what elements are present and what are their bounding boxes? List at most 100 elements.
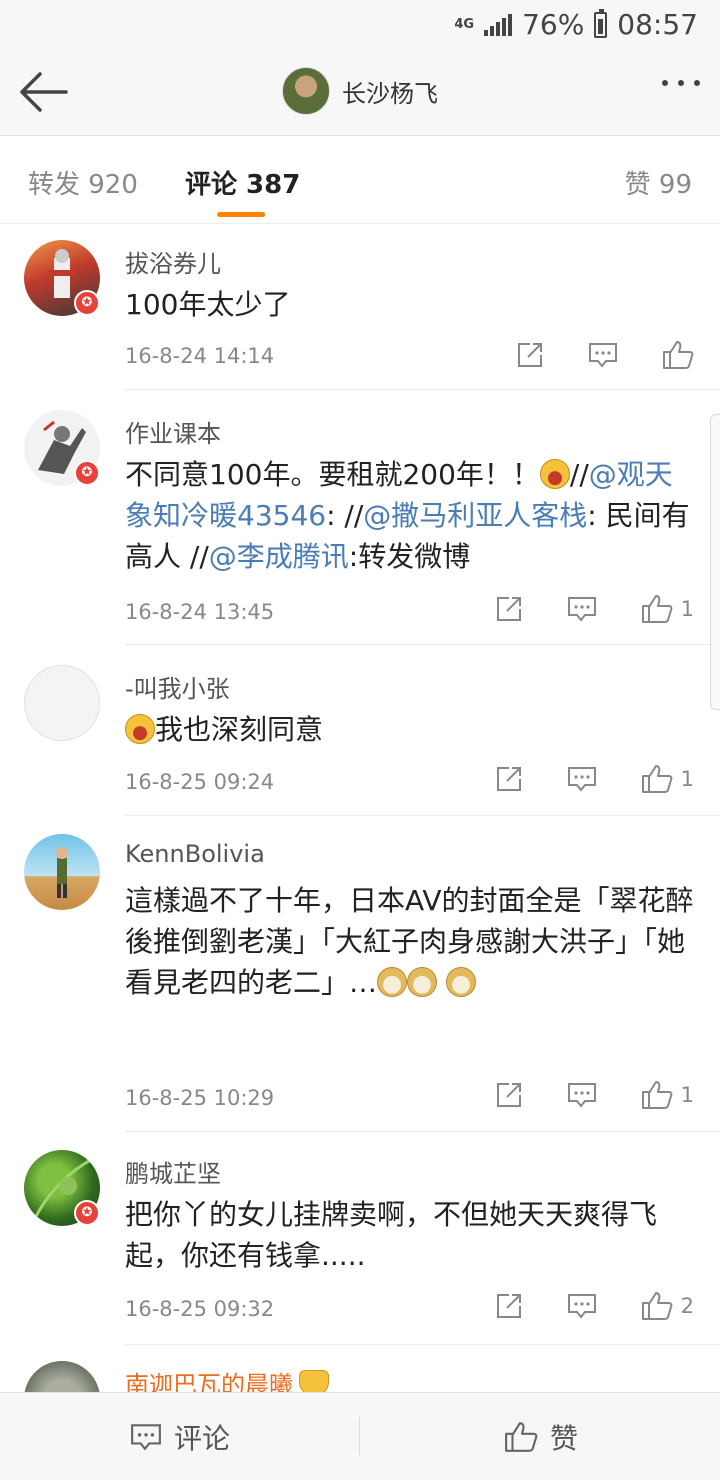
- divider: [359, 1417, 360, 1455]
- reply-button[interactable]: [588, 341, 618, 369]
- thumbs-up-icon: [641, 1292, 673, 1320]
- comment-author[interactable]: 作业课本: [125, 414, 221, 449]
- battery-icon: [594, 8, 608, 38]
- like-count: 1: [680, 1083, 694, 1107]
- comment-actions: 1: [451, 1080, 694, 1110]
- comment-time: 16-8-25 10:29: [125, 1086, 275, 1110]
- comment-text-part: :转发微博: [348, 540, 471, 573]
- forward-icon: [518, 343, 542, 367]
- thumbs-up-icon: [641, 595, 673, 623]
- forward-button[interactable]: [516, 341, 544, 369]
- back-button[interactable]: [16, 68, 72, 116]
- arrow-left-icon: [20, 72, 68, 112]
- comment-text: 不同意100年。要租就200年！！//@观天象知冷暖43546: //@撒马利亚…: [125, 454, 695, 577]
- profile-header[interactable]: 长沙杨飞: [282, 67, 438, 115]
- comment-author[interactable]: KennBolivia: [125, 840, 265, 868]
- more-icon[interactable]: [662, 80, 700, 86]
- like-count: 2: [680, 1294, 694, 1318]
- forward-icon: [496, 767, 521, 791]
- forward-button[interactable]: [495, 765, 523, 793]
- comment-list[interactable]: ✪ 拔浴券儿 100年太少了 16-8-24 14:14 ✪ 作业课本 不同意1…: [0, 224, 720, 1392]
- battery-percent: 76%: [522, 8, 585, 41]
- divider: [125, 815, 720, 816]
- comment-actions: 2: [451, 1291, 694, 1321]
- like-button[interactable]: 2: [641, 1291, 694, 1321]
- divider: [125, 644, 720, 645]
- laugh-emoji-icon: [125, 714, 155, 744]
- comment-icon: [567, 597, 596, 622]
- doge-emoji-icon: [377, 967, 408, 997]
- verified-badge-icon: ✪: [74, 460, 100, 486]
- verified-badge-icon: ✪: [74, 1200, 100, 1226]
- thumbs-up-icon: [663, 341, 694, 369]
- comment-text: 我也深刻同意: [125, 709, 695, 750]
- reply-button[interactable]: [567, 1081, 597, 1109]
- signal-icon: [484, 13, 513, 36]
- like-button[interactable]: 1: [641, 1080, 694, 1110]
- verified-badge-icon: ✪: [74, 290, 100, 316]
- bottom-like-button[interactable]: 赞: [504, 1417, 578, 1457]
- thumbs-up-icon: [641, 765, 673, 793]
- comment-author[interactable]: -叫我小张: [125, 669, 230, 704]
- comment-text-part: //: [569, 458, 589, 491]
- like-button[interactable]: [662, 340, 694, 370]
- forward-button[interactable]: [495, 1292, 523, 1320]
- comment-text-part: : //: [326, 499, 364, 532]
- comment-text-part: 我也深刻同意: [155, 713, 324, 746]
- comment-icon: [567, 1294, 596, 1319]
- comment-author[interactable]: 鹏城芷坚: [125, 1154, 221, 1189]
- tab-likes[interactable]: 赞 99: [625, 164, 692, 201]
- bottom-action-bar: 评论 赞: [0, 1392, 720, 1480]
- forward-icon: [496, 597, 521, 621]
- comment-author[interactable]: 南迦巴瓦的晨曦: [125, 1365, 329, 1392]
- comment-text-part: 不同意100年。要租就200年！！: [125, 458, 540, 491]
- avatar[interactable]: [24, 1361, 100, 1392]
- forward-icon: [496, 1294, 521, 1318]
- comment-time: 16-8-25 09:32: [125, 1297, 275, 1321]
- thumbs-up-icon: [505, 1422, 538, 1452]
- comment-time: 16-8-25 09:24: [125, 770, 275, 794]
- bottom-comment-label: 评论: [174, 1422, 231, 1455]
- status-indicators: 4G 76% 08:57: [454, 8, 698, 41]
- comment-icon: [567, 767, 596, 792]
- comment-time: 16-8-24 14:14: [125, 344, 275, 368]
- mention-link[interactable]: @李成腾讯: [209, 540, 349, 573]
- comment-icon: [567, 1083, 596, 1108]
- forward-button[interactable]: [495, 595, 523, 623]
- like-count: 1: [680, 767, 694, 791]
- vip-crown-icon: [299, 1370, 329, 1392]
- like-button[interactable]: 1: [641, 594, 694, 624]
- divider: [125, 1344, 720, 1345]
- status-bar: 4G 76% 08:57: [0, 0, 720, 50]
- comment-author-label: 南迦巴瓦的晨曦: [125, 1371, 293, 1392]
- avatar[interactable]: [24, 834, 100, 910]
- scrollbar[interactable]: [710, 414, 720, 710]
- divider: [125, 1131, 720, 1132]
- comment-icon: [131, 1424, 161, 1451]
- avatar[interactable]: [282, 67, 330, 115]
- reply-button[interactable]: [567, 1292, 597, 1320]
- bottom-comment-button[interactable]: 评论: [130, 1417, 230, 1457]
- divider: [125, 389, 720, 390]
- nav-bar: 长沙杨飞: [0, 50, 720, 136]
- avatar[interactable]: [24, 665, 100, 741]
- comment-actions: 1: [451, 764, 694, 794]
- tab-forward[interactable]: 转发 920: [28, 164, 138, 201]
- tab-bar: 转发 920 评论 387 赞 99: [0, 136, 720, 224]
- forward-icon: [496, 1083, 521, 1107]
- reply-button[interactable]: [567, 595, 597, 623]
- mention-link[interactable]: @撒马利亚人客栈: [363, 499, 587, 532]
- forward-button[interactable]: [495, 1081, 523, 1109]
- comment-icon: [589, 343, 617, 368]
- reply-button[interactable]: [567, 765, 597, 793]
- comment-time: 16-8-24 13:45: [125, 600, 275, 624]
- tab-comments[interactable]: 评论 387: [185, 164, 300, 201]
- thumbs-up-icon: [641, 1081, 673, 1109]
- active-tab-indicator: [217, 212, 265, 217]
- doge-emoji-icon: [407, 967, 438, 997]
- bottom-like-label: 赞: [550, 1422, 579, 1455]
- comment-author[interactable]: 拔浴券儿: [125, 244, 221, 279]
- like-button[interactable]: 1: [641, 764, 694, 794]
- comment-actions: [472, 340, 694, 370]
- like-count: 1: [680, 597, 694, 621]
